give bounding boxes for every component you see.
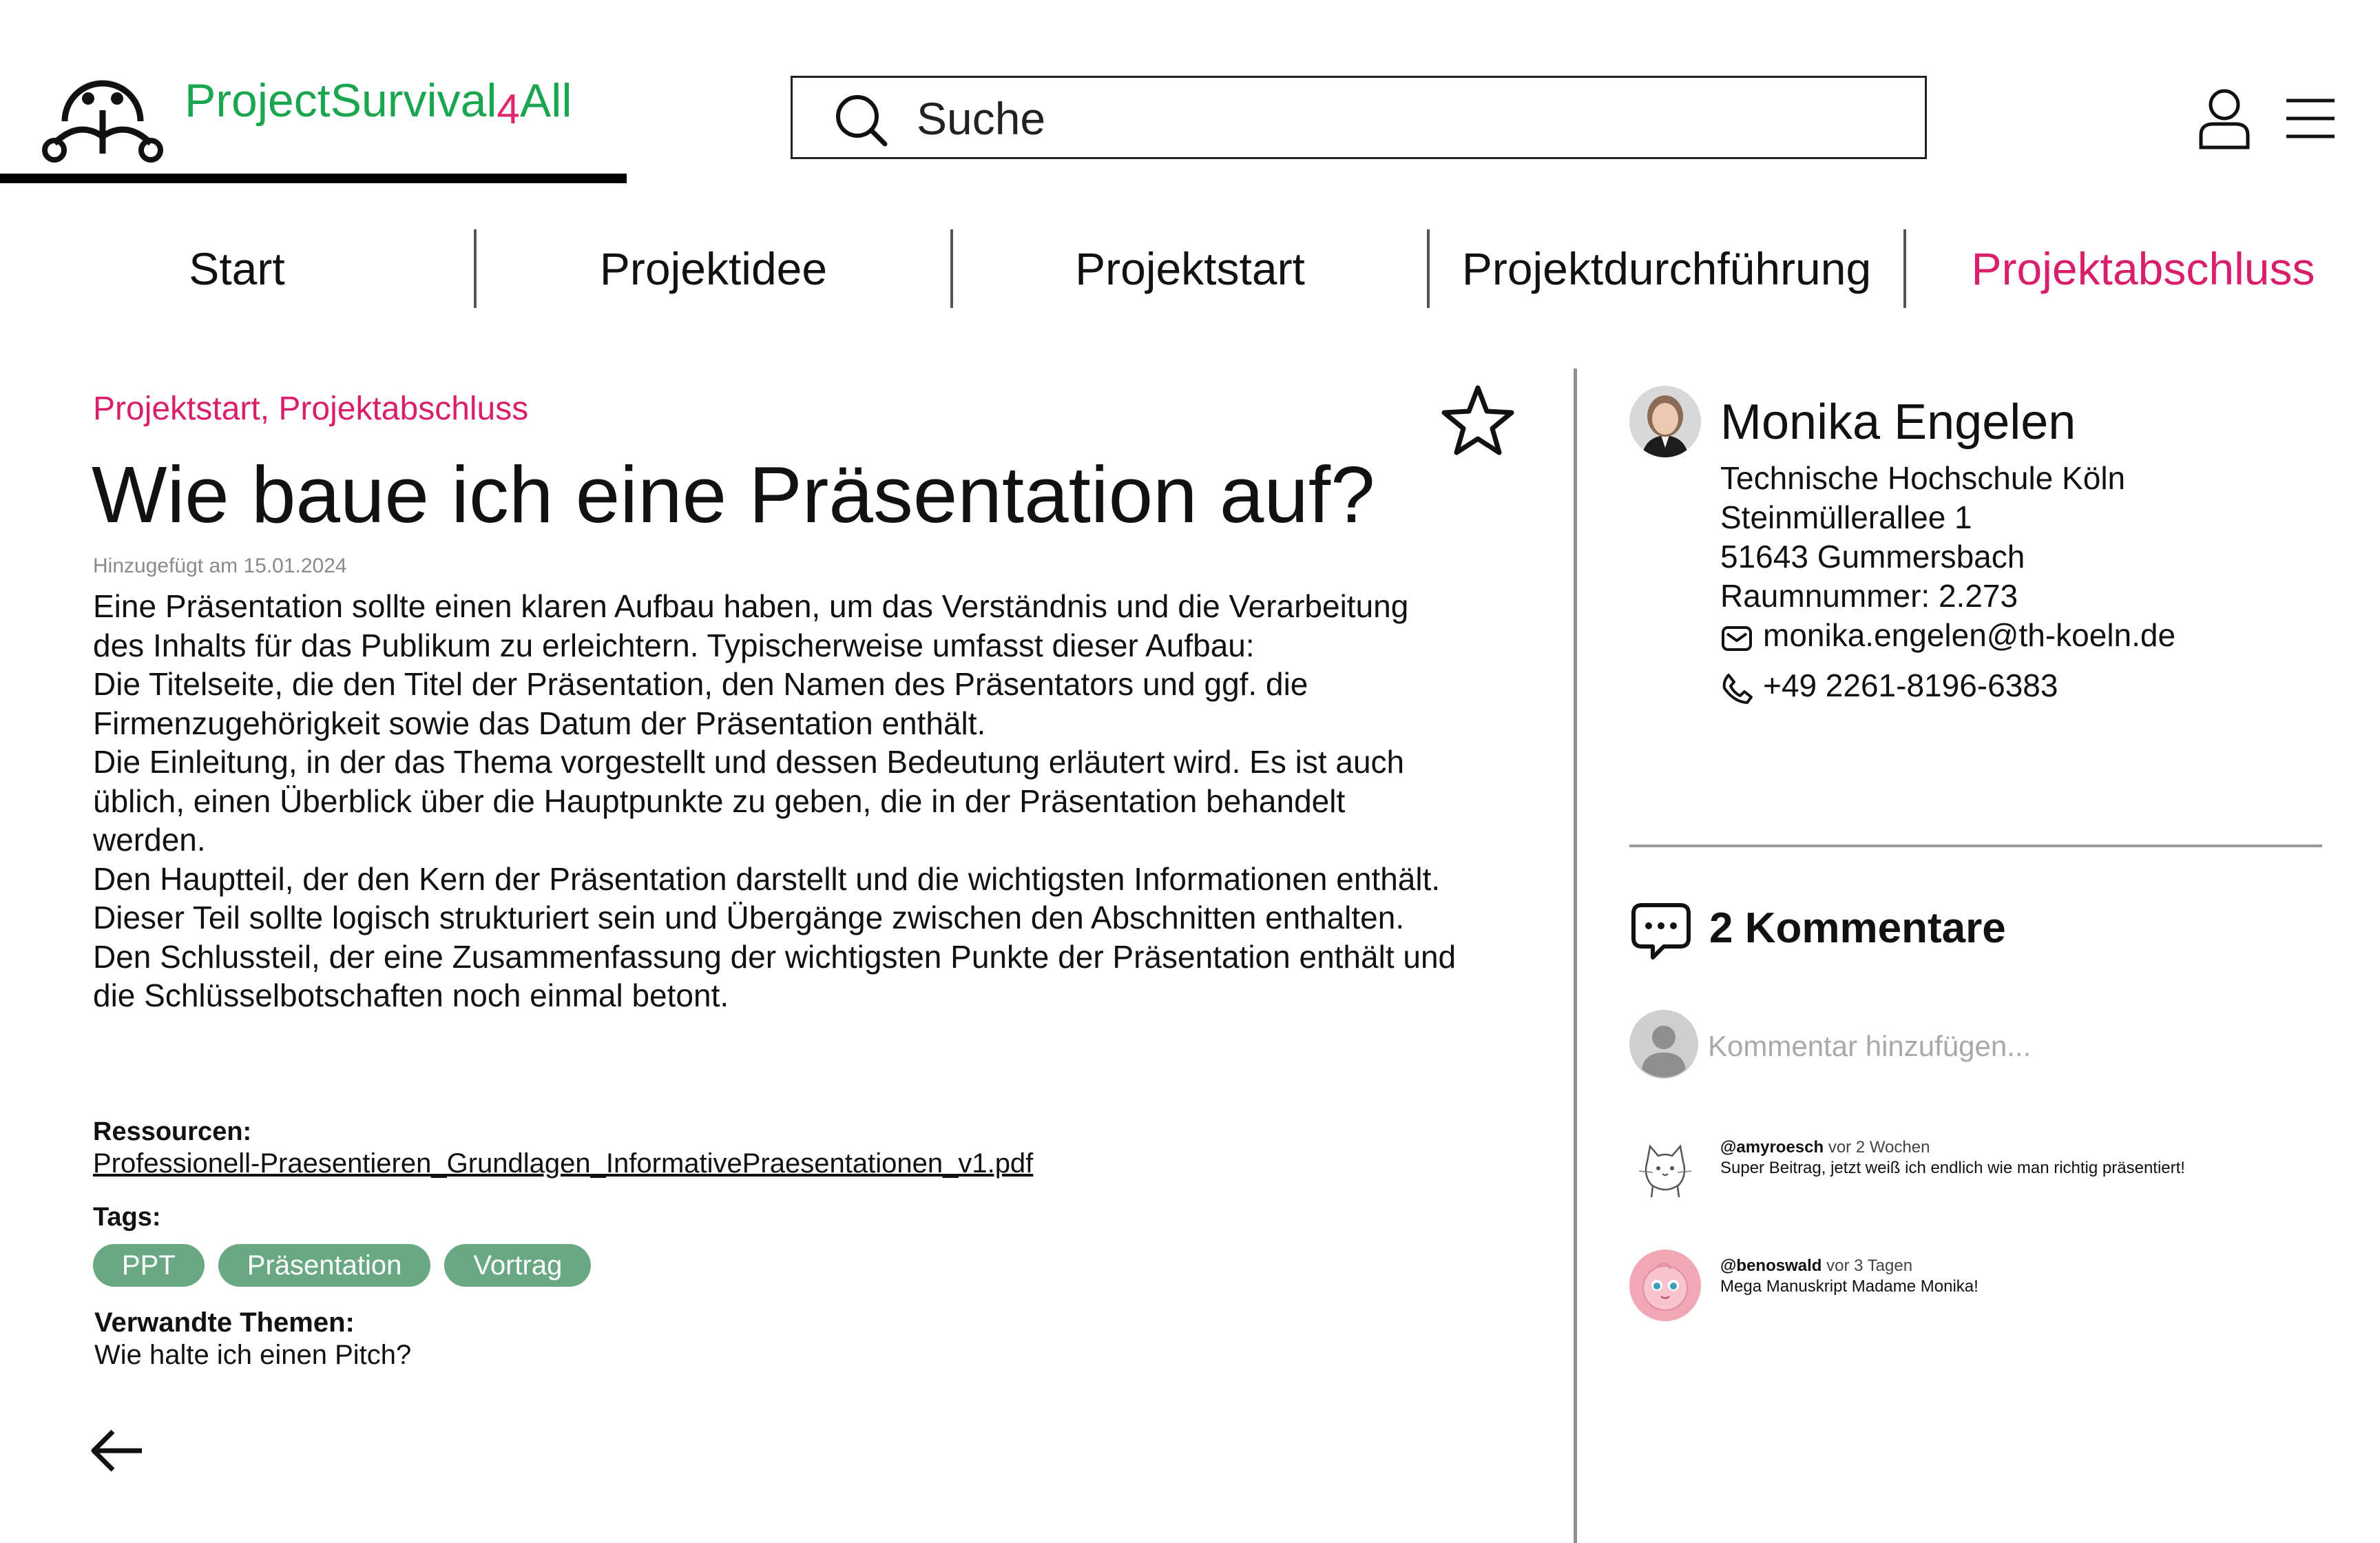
author-institution: Technische Hochschule Köln	[1720, 460, 2126, 496]
article-categories[interactable]: Projektstart, Projektabschluss	[93, 390, 528, 428]
sidebar-divider	[1629, 845, 2322, 847]
tag-chip[interactable]: PPT	[93, 1244, 205, 1287]
author-name[interactable]: Monika Engelen	[1720, 394, 2076, 451]
tag-chip[interactable]: Präsentation	[218, 1244, 431, 1287]
search-icon	[836, 95, 888, 147]
search-bar[interactable]	[791, 76, 1927, 159]
author-room: Raumnummer: 2.273	[1720, 578, 2018, 614]
comment-text: Super Beitrag, jetzt weiß ich endlich wi…	[1720, 1159, 2185, 1177]
tag-list: PPT Präsentation Vortrag	[93, 1244, 592, 1287]
phone-icon	[1722, 674, 1753, 704]
author-photo	[1629, 386, 1701, 457]
comment-input[interactable]	[1706, 1018, 2315, 1075]
nav-item-projektdurchfuehrung[interactable]: Projektdurchführung	[1430, 230, 1903, 307]
brand-underline	[0, 174, 627, 183]
resource-file-link[interactable]: Professionell-Praesentieren_Grundlagen_I…	[93, 1148, 1033, 1179]
comment-bubble-icon	[1631, 903, 1691, 960]
resources-label: Ressourcen:	[93, 1117, 252, 1146]
comment-time: vor 3 Tagen	[1826, 1256, 1913, 1275]
tags-label: Tags:	[93, 1203, 161, 1232]
star-outline-icon[interactable]	[1439, 382, 1516, 459]
body-paragraph: Eine Präsentation sollte einen klaren Au…	[93, 588, 1409, 663]
author-street: Steinmüllerallee 1	[1720, 499, 1972, 535]
cat-sketch-avatar[interactable]	[1629, 1131, 1701, 1203]
body-paragraph: Den Schlussteil, der eine Zusammenfassun…	[93, 938, 1457, 1014]
comment-count: 2 Kommentare	[1709, 904, 2006, 952]
search-input[interactable]	[915, 90, 1882, 147]
author-city: 51643 Gummersbach	[1720, 539, 2025, 574]
user-icon[interactable]	[2197, 88, 2252, 150]
comment-username[interactable]: @benoswald	[1720, 1256, 1821, 1275]
current-user-avatar	[1629, 1010, 1698, 1079]
arrow-left-icon[interactable]	[88, 1426, 145, 1475]
nav-item-projektabschluss[interactable]: Projektabschluss	[1906, 230, 2380, 307]
body-paragraph: Die Titelseite, die den Titel der Präsen…	[93, 666, 1308, 741]
page-title: Wie baue ich eine Präsentation auf?	[92, 450, 1375, 539]
tag-chip[interactable]: Vortrag	[444, 1244, 592, 1287]
comment-username[interactable]: @amyroesch	[1720, 1138, 1824, 1157]
body-paragraph: Die Einleitung, in der das Thema vorgest…	[93, 744, 1405, 858]
comment-time: vor 2 Wochen	[1828, 1138, 1930, 1157]
nav-item-projektstart[interactable]: Projektstart	[953, 230, 1427, 307]
comment-header: @benoswald vor 3 Tagen	[1720, 1256, 1912, 1276]
body-paragraph: Den Hauptteil, der den Kern der Präsenta…	[93, 860, 1441, 936]
related-topics-label: Verwandte Themen:	[94, 1307, 355, 1338]
mail-icon	[1722, 626, 1752, 651]
author-email-link[interactable]: monika.engelen@th-koeln.de	[1763, 617, 2175, 654]
article-body: Eine Präsentation sollte einen klaren Au…	[93, 587, 1463, 1015]
nav-item-start[interactable]: Start	[0, 230, 474, 307]
author-phone-link[interactable]: +49 2261-8196-6383	[1763, 667, 2058, 704]
hamburger-menu-icon[interactable]	[2285, 96, 2336, 141]
added-date: Hinzugefügt am 15.01.2024	[93, 555, 347, 577]
nav-item-projektidee[interactable]: Projektidee	[477, 230, 950, 307]
brand-name[interactable]: ProjectSurvival4All	[185, 73, 572, 137]
related-topic-link[interactable]: Wie halte ich einen Pitch?	[94, 1340, 411, 1371]
comment-text: Mega Manuskript Madame Monika!	[1720, 1277, 1979, 1296]
main-nav: Start Projektidee Projektstart Projektdu…	[0, 222, 2380, 315]
mascot-logo-icon[interactable]	[37, 33, 168, 164]
column-divider	[1574, 369, 1577, 1543]
pink-character-avatar[interactable]	[1629, 1250, 1701, 1321]
comment-header: @amyroesch vor 2 Wochen	[1720, 1138, 1930, 1157]
